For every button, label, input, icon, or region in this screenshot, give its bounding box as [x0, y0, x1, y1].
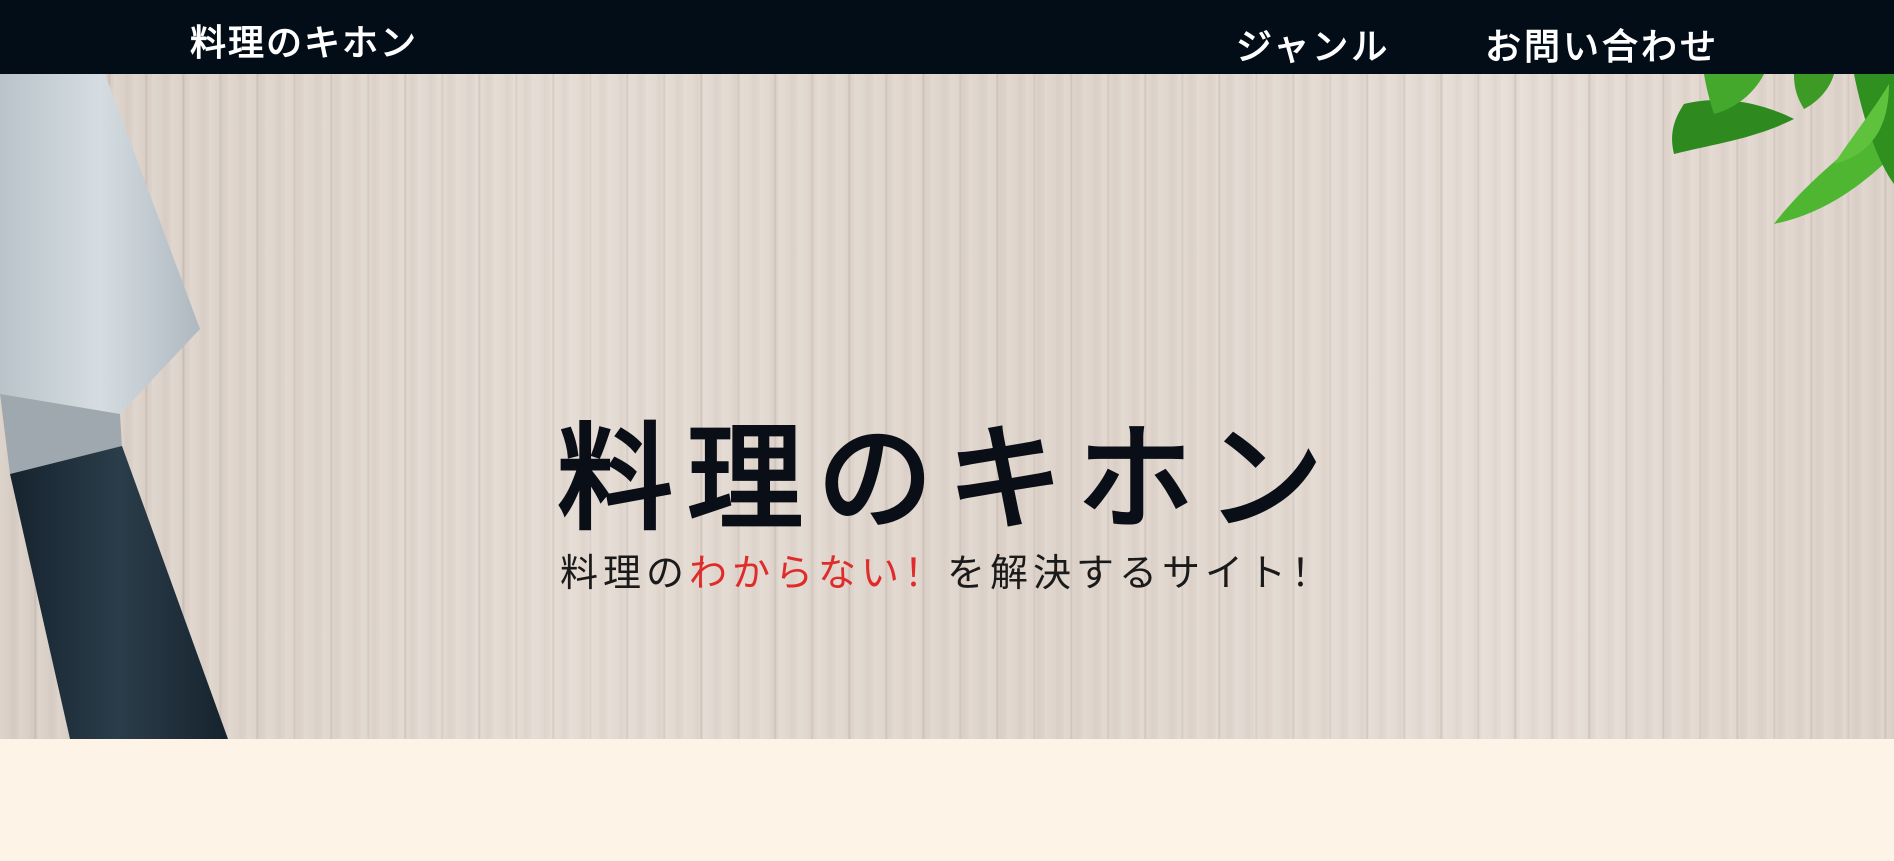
- leaves-image: [1672, 74, 1894, 224]
- tagline-suffix: を解決するサイト！: [947, 551, 1335, 595]
- nav-contact[interactable]: お問い合わせ: [1485, 18, 1719, 70]
- content-area: [0, 739, 1894, 861]
- knife-image: [0, 74, 228, 739]
- tagline-highlight: わからない！: [688, 551, 947, 595]
- tagline-prefix: 料理の: [559, 551, 689, 595]
- hero-title: 料理のキホン: [557, 411, 1337, 547]
- nav-genre[interactable]: ジャンル: [1236, 18, 1390, 70]
- site-logo[interactable]: 料理のキホン: [190, 14, 418, 66]
- hero-banner: 料理のキホン 料理のわからない！を解決するサイト！: [0, 74, 1894, 739]
- site-header: 料理のキホン ジャンル お問い合わせ: [0, 0, 1894, 74]
- hero-tagline: 料理のわからない！を解決するサイト！: [0, 542, 1894, 597]
